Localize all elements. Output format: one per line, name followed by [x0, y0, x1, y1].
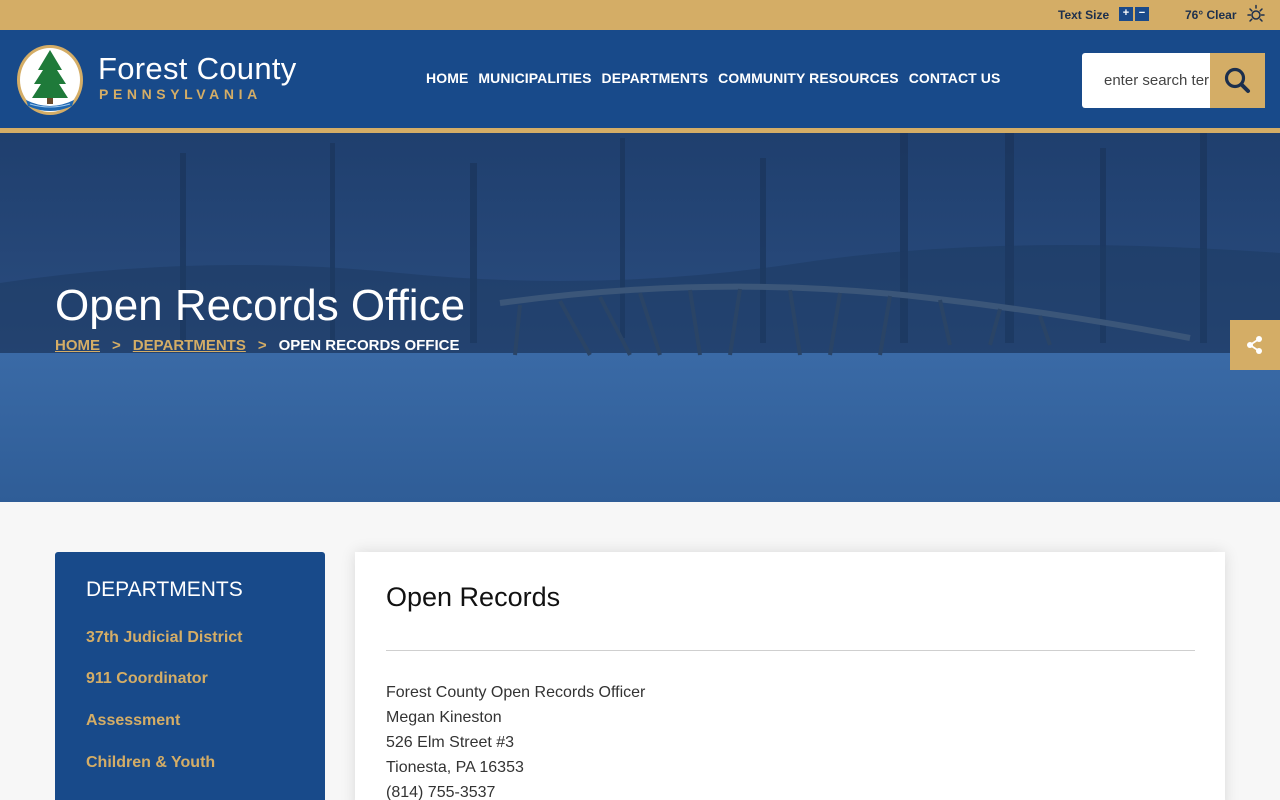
sidebar-item-37th-judicial-district[interactable]: 37th Judicial District [86, 629, 243, 647]
nav-community-resources[interactable]: COMMUNITY RESOURCES [718, 70, 899, 86]
address-line: Forest County Open Records Officer [386, 684, 646, 701]
nav-departments[interactable]: DEPARTMENTS [602, 70, 709, 86]
phone-number[interactable]: (814) 755-3537 [386, 784, 495, 800]
breadcrumb-home[interactable]: HOME [55, 337, 100, 354]
logo-subtitle: PENNSYLVANIA [99, 86, 262, 102]
sidebar-item-assessment[interactable]: Assessment [86, 712, 180, 730]
weather-text: 76° Clear [1185, 8, 1237, 22]
breadcrumb: HOME > DEPARTMENTS > OPEN RECORDS OFFICE [55, 337, 459, 354]
share-button[interactable] [1230, 320, 1280, 370]
logo-title[interactable]: Forest County [98, 51, 297, 87]
sun-icon [1247, 4, 1265, 22]
share-icon [1247, 336, 1262, 354]
sidebar-item-children-youth[interactable]: Children & Youth [86, 754, 215, 772]
breadcrumb-departments[interactable]: DEPARTMENTS [133, 337, 246, 354]
sidebar-item-911-coordinator[interactable]: 911 Coordinator [86, 670, 208, 688]
sidebar-title: DEPARTMENTS [86, 578, 243, 601]
breadcrumb-separator: > [257, 337, 267, 354]
section-title: Open Records [386, 582, 561, 612]
page-title: Open Records Office [55, 281, 466, 330]
county-logo-icon[interactable] [16, 42, 84, 116]
search-icon [1224, 67, 1250, 93]
nav-contact-us[interactable]: CONTACT US [909, 70, 1001, 86]
nav-municipalities[interactable]: MUNICIPALITIES [478, 70, 591, 86]
address-line: Megan Kineston [386, 709, 502, 726]
address-line: 526 Elm Street #3 [386, 734, 515, 751]
breadcrumb-separator: > [112, 337, 121, 354]
main-nav: HOME MUNICIPALITIES DEPARTMENTS COMMUNIT… [426, 70, 1000, 86]
text-size-label: Text Size [1058, 8, 1110, 22]
breadcrumb-current: OPEN RECORDS OFFICE [278, 337, 460, 354]
nav-home[interactable]: HOME [426, 70, 468, 86]
text-size-increase-button[interactable]: + [1119, 7, 1133, 21]
address-line: Tionesta, PA 16353 [386, 759, 524, 776]
text-size-decrease-button[interactable]: − [1135, 7, 1149, 21]
section-divider [386, 650, 1195, 651]
search-button[interactable] [1210, 53, 1265, 108]
search-input[interactable] [1082, 53, 1210, 108]
